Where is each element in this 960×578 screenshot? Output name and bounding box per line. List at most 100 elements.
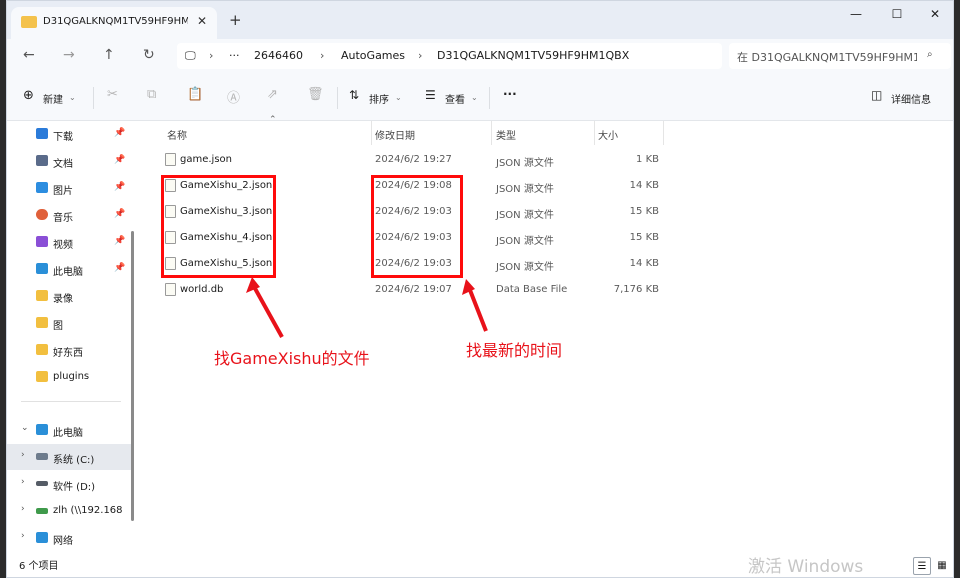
up-arrow-icon[interactable]: ↑: [103, 47, 115, 63]
sidebar-item-label: 网络: [53, 536, 73, 547]
sidebar-scrollbar[interactable]: [131, 231, 134, 521]
thumbnail-view-icon[interactable]: ▦: [933, 557, 951, 575]
file-type: JSON 源文件: [496, 236, 554, 247]
chevron-down-icon[interactable]: ⌄: [21, 423, 29, 433]
toolbar-divider: [337, 87, 338, 109]
paste-icon[interactable]: 📋: [187, 87, 203, 102]
column-divider[interactable]: [491, 121, 492, 145]
file-name: game.json: [180, 154, 232, 165]
activation-watermark: 激活 Windows: [748, 557, 864, 577]
sort-button[interactable]: 排序: [369, 91, 389, 106]
share-icon[interactable]: ⇗: [267, 87, 278, 102]
json-file-icon: [165, 153, 176, 166]
back-arrow-icon[interactable]: ←: [23, 47, 35, 63]
navigation-pane: 下载 📌 文档 📌 图片 📌 音乐 📌 视频 📌 此电脑 📌 录像 图 好东西 …: [7, 121, 131, 551]
item-count: 6 个项目: [19, 561, 59, 572]
sidebar-item-recordings[interactable]: 录像: [7, 283, 131, 309]
column-divider[interactable]: [371, 121, 372, 145]
sidebar-item-label: 系统 (C:): [53, 455, 95, 466]
breadcrumb-item[interactable]: 2646460: [254, 49, 303, 62]
column-divider[interactable]: [663, 121, 664, 145]
breadcrumb-item[interactable]: D31QGALKNQM1TV59HF9HM1QBX: [437, 49, 629, 62]
video-icon: [36, 236, 48, 247]
sidebar-item-label: 视频: [53, 240, 73, 251]
maximize-button[interactable]: ☐: [877, 7, 917, 21]
sidebar-item-documents[interactable]: 文档 📌: [7, 148, 131, 174]
pin-icon: 📌: [114, 155, 126, 165]
database-file-icon: [165, 283, 176, 296]
more-options-button[interactable]: ···: [503, 87, 517, 101]
sidebar-item-drive-c[interactable]: › 系统 (C:): [7, 444, 131, 470]
file-row[interactable]: game.json 2024/6/2 19:27 JSON 源文件 1 KB: [144, 147, 674, 173]
sidebar-item-pictures[interactable]: 图片 📌: [7, 175, 131, 201]
sidebar-item-label: 图片: [53, 186, 73, 197]
toolbar-divider: [489, 87, 490, 109]
file-size: 15 KB: [629, 232, 659, 243]
search-icon: ⌕: [927, 49, 933, 60]
file-name: world.db: [180, 284, 224, 295]
file-row[interactable]: world.db 2024/6/2 19:07 Data Base File 7…: [144, 277, 674, 303]
sidebar-item-network[interactable]: › 网络: [7, 525, 131, 551]
close-tab-icon[interactable]: ✕: [197, 14, 207, 28]
search-box[interactable]: 在 D31QGALKNQM1TV59HF9HM1QBX 中搜索 ⌕: [729, 43, 951, 69]
folder-icon: [36, 371, 48, 382]
file-list: ⌃ 名称 修改日期 类型 大小 game.json 2024/6/2 19:27…: [144, 115, 953, 551]
sidebar-item-drive-d[interactable]: › 软件 (D:): [7, 471, 131, 497]
view-button[interactable]: 查看: [445, 91, 465, 106]
address-bar: ← → ↑ ↻ 🖵 › ··· 2646460 › AutoGames › D3…: [7, 39, 953, 73]
details-button[interactable]: 详细信息: [891, 91, 931, 106]
breadcrumb[interactable]: 🖵 › ··· 2646460 › AutoGames › D31QGALKNQ…: [177, 43, 722, 69]
refresh-icon[interactable]: ↻: [143, 47, 155, 63]
chevron-right-icon[interactable]: ›: [21, 477, 25, 487]
column-divider[interactable]: [594, 121, 595, 145]
column-header-size[interactable]: 大小: [598, 127, 618, 142]
computer-icon: [36, 263, 48, 274]
folder-icon: [21, 16, 37, 28]
breadcrumb-item[interactable]: AutoGames: [341, 49, 405, 62]
sidebar-item-network-drive[interactable]: › zlh (\\192.168: [7, 498, 131, 524]
sidebar-item-downloads[interactable]: 下载 📌: [7, 121, 131, 147]
column-header-type[interactable]: 类型: [496, 127, 516, 142]
network-drive-icon: [36, 508, 48, 514]
search-input[interactable]: 在 D31QGALKNQM1TV59HF9HM1QBX 中搜索: [737, 49, 917, 65]
cut-icon[interactable]: ✂: [107, 87, 118, 102]
chevron-right-icon[interactable]: ›: [21, 504, 25, 514]
sidebar-item-label: 音乐: [53, 213, 73, 224]
title-bar: D31QGALKNQM1TV59HF9HM1QBX ✕ + — ☐ ✕: [7, 1, 953, 39]
breadcrumb-ellipsis[interactable]: ···: [229, 49, 240, 62]
view-icon: ☰: [425, 88, 436, 102]
chevron-right-icon[interactable]: ›: [21, 531, 25, 541]
sidebar-item-this-pc[interactable]: ⌄ 此电脑: [7, 417, 131, 443]
sidebar-item-label: 录像: [53, 294, 73, 305]
minimize-button[interactable]: —: [836, 7, 876, 21]
details-view-icon[interactable]: ☰: [913, 557, 931, 575]
sidebar-item-label: 此电脑: [53, 267, 83, 278]
file-modified: 2024/6/2 19:27: [375, 154, 452, 165]
pin-icon: 📌: [114, 182, 126, 192]
sidebar-item-label: 文档: [53, 159, 73, 170]
document-icon: [36, 155, 48, 166]
drive-icon: [36, 453, 48, 460]
delete-icon[interactable]: 🗑: [307, 87, 324, 102]
sidebar-item-images-folder[interactable]: 图: [7, 310, 131, 336]
column-header-name[interactable]: 名称: [167, 127, 187, 142]
new-button[interactable]: 新建: [43, 91, 63, 106]
copy-icon[interactable]: ⧉: [147, 87, 156, 102]
close-window-button[interactable]: ✕: [915, 7, 953, 21]
forward-arrow-icon[interactable]: →: [63, 47, 75, 63]
tab-folder[interactable]: D31QGALKNQM1TV59HF9HM1QBX ✕: [11, 7, 217, 39]
rename-icon[interactable]: Ⓐ: [227, 87, 240, 106]
file-type: JSON 源文件: [496, 210, 554, 221]
sidebar-item-videos[interactable]: 视频 📌: [7, 229, 131, 255]
sidebar-item-plugins[interactable]: plugins: [7, 364, 131, 390]
sidebar-item-this-pc-quick[interactable]: 此电脑 📌: [7, 256, 131, 282]
music-icon: [36, 209, 48, 220]
column-header-modified[interactable]: 修改日期: [375, 127, 415, 142]
tab-title: D31QGALKNQM1TV59HF9HM1QBX: [43, 16, 188, 27]
new-tab-button[interactable]: +: [229, 11, 242, 29]
sidebar-item-good-stuff[interactable]: 好东西: [7, 337, 131, 363]
chevron-right-icon[interactable]: ›: [21, 450, 25, 460]
sidebar-item-music[interactable]: 音乐 📌: [7, 202, 131, 228]
file-size: 1 KB: [636, 154, 659, 165]
pin-icon: 📌: [114, 236, 126, 246]
